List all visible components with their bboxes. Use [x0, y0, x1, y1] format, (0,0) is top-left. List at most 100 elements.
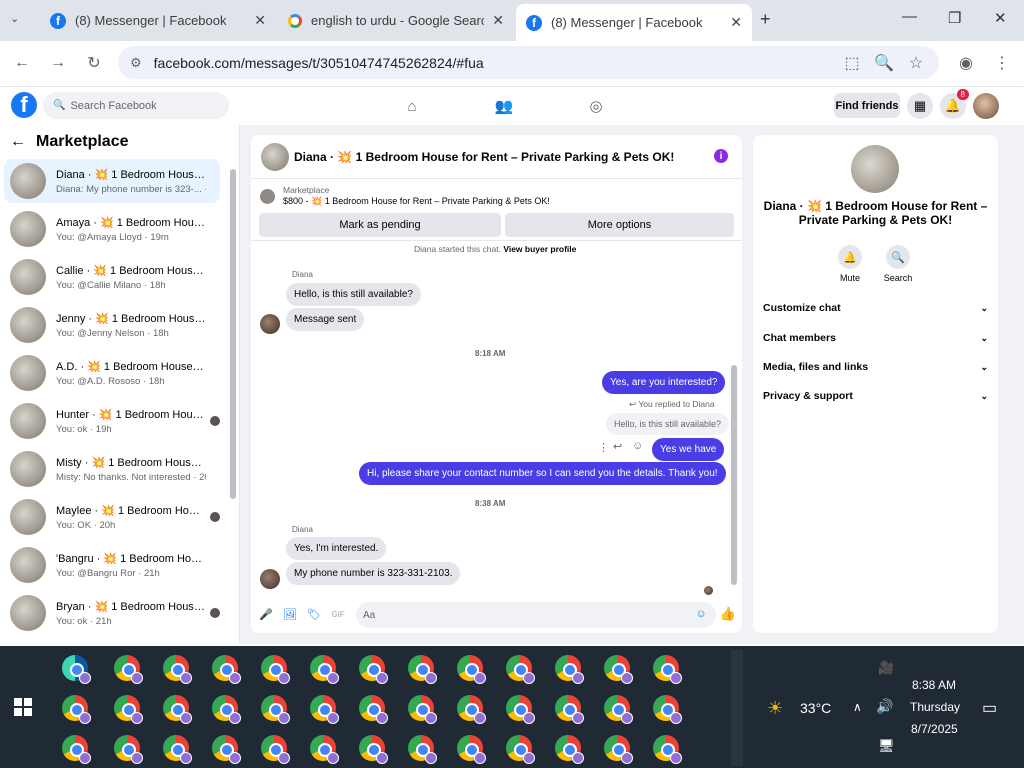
minimize-icon[interactable]: —	[902, 8, 917, 25]
chrome-profile-icon[interactable]	[212, 655, 241, 684]
conversation-item[interactable]: Misty · 💥 1 Bedroom House fo... Misty: No…	[4, 447, 220, 491]
incoming-message[interactable]: Message sent	[286, 308, 365, 331]
new-tab-icon[interactable]: +	[760, 9, 771, 30]
more-options-button[interactable]: More options	[505, 213, 734, 237]
outgoing-message[interactable]: Yes, are you interested?	[602, 371, 726, 394]
conversation-item[interactable]: Jenny · 💥 1 Bedroom House fo... You: @Jen…	[4, 303, 220, 347]
sticker-icon[interactable]: 🏷	[307, 607, 321, 621]
chat-title[interactable]: Diana · 💥 1 Bedroom House for Rent – Pri…	[294, 150, 674, 164]
profile-avatar[interactable]	[851, 145, 899, 193]
search-input[interactable]: 🔍 Search Facebook	[43, 92, 229, 119]
chrome-profile-icon[interactable]	[114, 735, 143, 764]
notification-center-icon[interactable]: ▭	[982, 698, 997, 718]
chrome-profile-icon[interactable]	[653, 655, 682, 684]
chrome-profile-icon[interactable]	[359, 695, 388, 724]
sender-avatar[interactable]	[260, 314, 280, 334]
chrome-profile-icon[interactable]	[555, 695, 584, 724]
sender-avatar[interactable]	[260, 569, 280, 589]
gif-icon[interactable]: GIF	[331, 607, 345, 621]
site-info-icon[interactable]: ⚙	[130, 55, 142, 71]
chrome-profile-icon[interactable]	[506, 695, 535, 724]
listing-thumbnail[interactable]	[260, 189, 275, 204]
clock-time[interactable]: 8:38 AM	[912, 678, 956, 692]
reply-icon[interactable]: ↩	[613, 440, 622, 453]
info-icon[interactable]: i	[714, 149, 728, 163]
chrome-profile-icon[interactable]	[506, 735, 535, 764]
reply-quote[interactable]: Hello, is this still available?	[606, 413, 730, 435]
chrome-profile-icon[interactable]	[408, 735, 437, 764]
conversation-item[interactable]: Amaya · 💥 1 Bedroom House f... You: @Amay…	[4, 207, 220, 251]
chrome-profile-icon[interactable]	[310, 655, 339, 684]
chrome-profile-icon[interactable]	[653, 735, 682, 764]
bookmark-star-icon[interactable]: ☆	[904, 51, 928, 75]
address-bar[interactable]: ⚙ facebook.com/messages/t/30510474745262…	[118, 46, 939, 79]
close-icon[interactable]: ✕	[492, 12, 504, 29]
photo-icon[interactable]: 🖼	[283, 607, 297, 621]
chrome-profile-icon[interactable]	[163, 655, 192, 684]
chrome-profile-icon[interactable]	[212, 735, 241, 764]
temperature[interactable]: 33°C	[800, 700, 831, 716]
chrome-profile-icon[interactable]	[163, 695, 192, 724]
taskbar-scrollbar[interactable]	[731, 650, 743, 766]
chrome-profile-icon[interactable]	[261, 655, 290, 684]
install-app-icon[interactable]: ⬚	[840, 51, 864, 75]
chrome-profile-icon[interactable]	[457, 735, 486, 764]
chrome-profile-icon[interactable]	[359, 655, 388, 684]
chrome-profile-icon[interactable]	[457, 695, 486, 724]
chrome-profile-icon[interactable]	[114, 655, 143, 684]
groups-icon[interactable]: ◎	[585, 95, 607, 117]
emoji-icon[interactable]: ☺	[694, 607, 708, 621]
close-icon[interactable]: ✕	[254, 12, 266, 29]
clock-date[interactable]: 8/7/2025	[911, 722, 958, 736]
outgoing-message[interactable]: Yes we have	[652, 438, 725, 461]
mark-as-pending-button[interactable]: Mark as pending	[259, 213, 501, 237]
volume-icon[interactable]: 🔊	[876, 698, 893, 715]
window-close-icon[interactable]: ✕	[994, 9, 1007, 27]
chrome-profile-icon[interactable]	[457, 655, 486, 684]
browser-tab-1[interactable]: f (8) Messenger | Facebook ✕	[40, 4, 276, 37]
back-arrow-icon[interactable]: ←	[10, 133, 26, 151]
react-emoji-icon[interactable]: ☺	[632, 440, 643, 452]
incoming-message[interactable]: My phone number is 323-331-2103.	[286, 562, 461, 585]
page-scrollbar[interactable]	[1012, 125, 1024, 644]
zoom-icon[interactable]: 🔍	[872, 51, 896, 75]
more-actions-icon[interactable]: ⋮	[598, 441, 609, 454]
chrome-profile-icon[interactable]	[555, 735, 584, 764]
clock-day[interactable]: Thursday	[910, 700, 960, 714]
chrome-profile-icon[interactable]	[261, 735, 290, 764]
incoming-message[interactable]: Hello, is this still available?	[286, 283, 421, 306]
reload-icon[interactable]: ↻	[82, 51, 106, 75]
restore-icon[interactable]: ❐	[948, 9, 961, 27]
chrome-profile-icon[interactable]	[62, 735, 91, 764]
network-icon[interactable]: 🖥	[878, 738, 895, 754]
meet-now-icon[interactable]: 🎥	[878, 660, 894, 676]
sidebar-scrollbar[interactable]	[228, 159, 236, 639]
home-icon[interactable]: ⌂	[401, 95, 423, 117]
notifications-icon[interactable]: 🔔 8	[940, 89, 969, 119]
chat-members-section[interactable]: Chat members ⌄	[763, 328, 988, 348]
message-input[interactable]: Aa	[356, 602, 716, 628]
back-icon[interactable]: ←	[10, 51, 34, 75]
facebook-logo[interactable]: f	[11, 92, 37, 118]
search-button[interactable]: 🔍 Search	[878, 245, 918, 283]
chrome-profile-icon[interactable]	[604, 655, 633, 684]
windows-start-icon[interactable]	[14, 698, 32, 716]
chrome-profile-icon[interactable]	[604, 735, 633, 764]
microphone-icon[interactable]: 🎤	[259, 607, 273, 621]
conversation-item[interactable]: A.D. · 💥 1 Bedroom House for ... You: @A.…	[4, 351, 220, 395]
menu-grid-icon[interactable]: ▦	[907, 93, 933, 119]
close-icon[interactable]: ✕	[730, 14, 742, 31]
conversation-item[interactable]: Maylee · 💥 1 Bedroom Hous... You: OK · 20…	[4, 495, 220, 539]
tab-search-dropdown-icon[interactable]: ⌄	[10, 12, 19, 25]
conversation-item[interactable]: Bryan · 💥 1 Bedroom House... You: ok · 21…	[4, 591, 220, 635]
customize-chat-section[interactable]: Customize chat ⌄	[763, 298, 988, 318]
chat-avatar[interactable]	[261, 142, 289, 171]
chrome-profile-icon[interactable]	[359, 735, 388, 764]
chrome-profile-icon[interactable]	[62, 695, 91, 724]
chrome-profile-icon[interactable]	[653, 695, 682, 724]
incoming-message[interactable]: Yes, I'm interested.	[286, 537, 387, 560]
mute-button[interactable]: 🔔 Mute	[830, 245, 870, 283]
chrome-profile-icon[interactable]	[310, 695, 339, 724]
media-files-links-section[interactable]: Media, files and links ⌄	[763, 357, 988, 377]
friends-icon[interactable]: 👥	[493, 95, 515, 117]
